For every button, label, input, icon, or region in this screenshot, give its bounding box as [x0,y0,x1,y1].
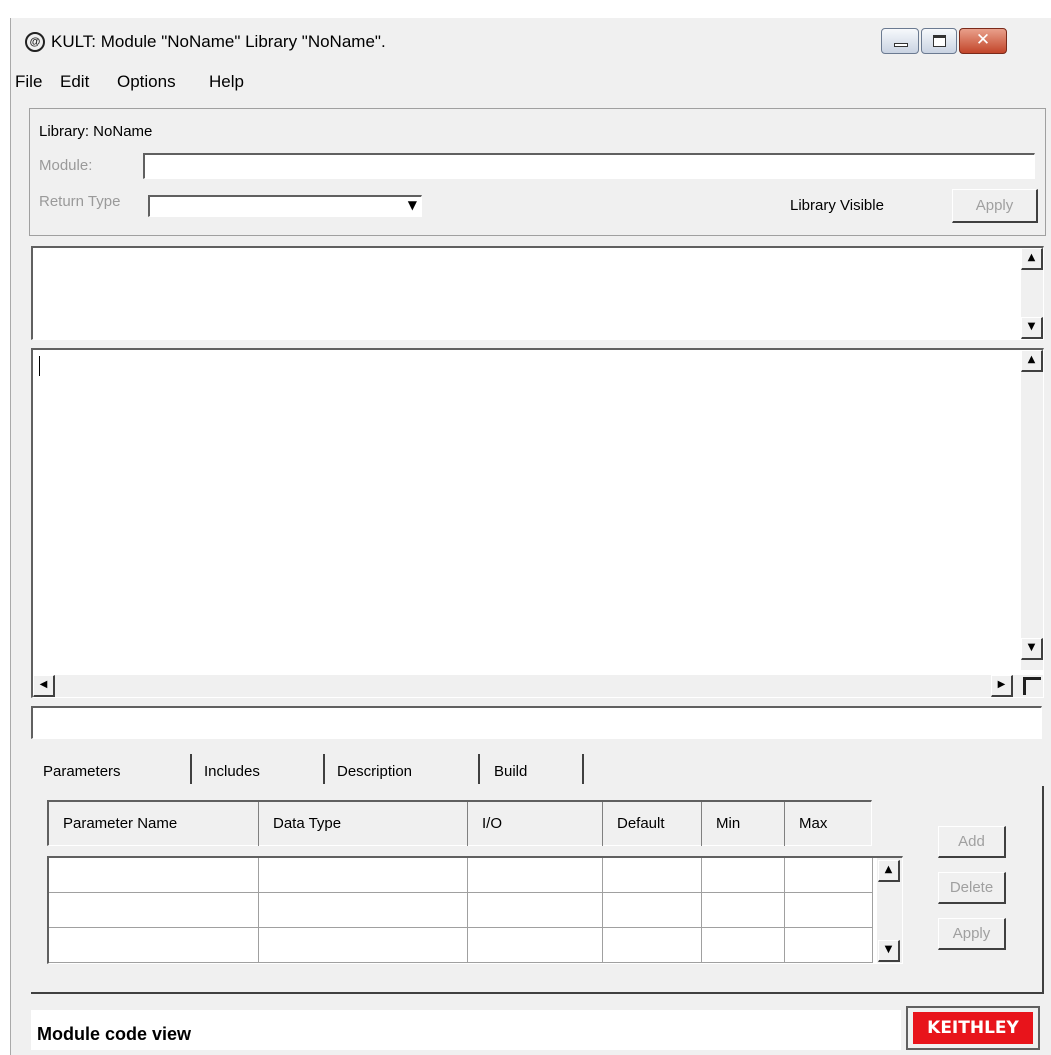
delete-button[interactable]: Delete [938,872,1006,904]
table-cell[interactable] [603,893,702,928]
logo-frame: KEITHLEY [906,1006,1040,1050]
status-text: Module code view [37,1024,192,1044]
header-apply-button[interactable]: Apply [952,189,1038,223]
col-default[interactable]: Default [603,802,702,846]
menu-help[interactable]: Help [209,72,244,92]
table-cell[interactable] [785,858,873,893]
library-visible-label[interactable]: Library Visible [790,197,884,214]
table-cell[interactable] [785,928,873,963]
module-input[interactable] [143,153,1035,179]
module-code-editor[interactable]: ▲ ▼ ◀ ▶ [31,348,1044,698]
parameter-table: ▲ ▼ [47,856,903,964]
scroll-down-icon[interactable]: ▼ [1021,317,1043,339]
parameter-header-row: Parameter Name Data Type I/O Default Min… [47,800,872,846]
code-scroll-right-icon[interactable]: ▶ [991,675,1013,697]
col-parameter-name[interactable]: Parameter Name [49,802,259,846]
table-cell[interactable] [603,858,702,893]
table-scroll-down-icon[interactable]: ▼ [878,940,900,962]
menu-bar: File Edit Options Help [11,67,1051,97]
size-grip[interactable] [1021,675,1043,697]
col-io[interactable]: I/O [468,802,603,846]
kult-window: @ KULT: Module "NoName" Library "NoName"… [10,18,1051,1055]
table-cell[interactable] [468,893,603,928]
tab-divider [582,754,584,784]
code-scroll-down-icon[interactable]: ▼ [1021,638,1043,660]
col-min[interactable]: Min [702,802,785,846]
code-scroll-left-icon[interactable]: ◀ [33,675,55,697]
tab-description[interactable]: Description [337,763,412,780]
table-cell[interactable] [468,928,603,963]
add-button[interactable]: Add [938,826,1006,858]
maximize-button[interactable] [921,28,957,54]
tab-divider [478,754,480,784]
minimize-icon [894,43,908,47]
table-cell[interactable] [603,928,702,963]
window-title: KULT: Module "NoName" Library "NoName". [51,32,386,51]
table-cell[interactable] [702,858,785,893]
keithley-logo: KEITHLEY [913,1012,1033,1044]
tab-build[interactable]: Build [494,763,527,780]
col-max[interactable]: Max [785,802,873,846]
table-cell[interactable] [259,928,468,963]
return-type-select[interactable]: ▼ [148,195,422,217]
col-data-type[interactable]: Data Type [259,802,468,846]
table-cell[interactable] [702,928,785,963]
table-cell[interactable] [259,858,468,893]
table-cell[interactable] [702,893,785,928]
app-icon: @ [25,32,45,52]
table-cell[interactable] [785,893,873,928]
status-bar: Module code view KEITHLEY [11,998,1051,1055]
text-cursor [39,356,40,376]
tab-divider [190,754,192,784]
chevron-down-icon: ▼ [407,198,417,212]
module-header-panel: Library: NoName Module: Return Type ▼ Li… [29,108,1046,236]
close-icon: ✕ [975,30,991,50]
scroll-up-icon[interactable]: ▲ [1021,248,1043,270]
parameters-panel: Parameter Name Data Type I/O Default Min… [31,786,1044,994]
table-scroll-up-icon[interactable]: ▲ [878,860,900,882]
table-cell[interactable] [49,928,259,963]
menu-file[interactable]: File [15,72,42,92]
library-label: Library: NoName [39,123,153,140]
code-hscrollbar[interactable] [33,675,1021,697]
tab-includes[interactable]: Includes [204,763,260,780]
table-cell[interactable] [259,893,468,928]
close-button[interactable]: ✕ [959,28,1007,54]
menu-edit[interactable]: Edit [60,72,89,92]
title-bar: @ KULT: Module "NoName" Library "NoName"… [11,18,1051,66]
return-type-label: Return Type [39,193,121,210]
message-field [31,706,1042,739]
minimize-button[interactable] [881,28,919,54]
tab-divider [323,754,325,784]
maximize-icon [933,35,946,47]
module-label: Module: [39,157,93,174]
tab-parameters[interactable]: Parameters [43,763,121,780]
code-scroll-up-icon[interactable]: ▲ [1021,350,1043,372]
code-vscrollbar[interactable] [1021,350,1043,670]
table-cell[interactable] [49,858,259,893]
size-grip-icon [1023,677,1041,695]
table-cell[interactable] [468,858,603,893]
menu-options[interactable]: Options [117,72,176,92]
param-apply-button[interactable]: Apply [938,918,1006,950]
table-cell[interactable] [49,893,259,928]
module-signature-area[interactable]: ▲ ▼ [31,246,1044,340]
